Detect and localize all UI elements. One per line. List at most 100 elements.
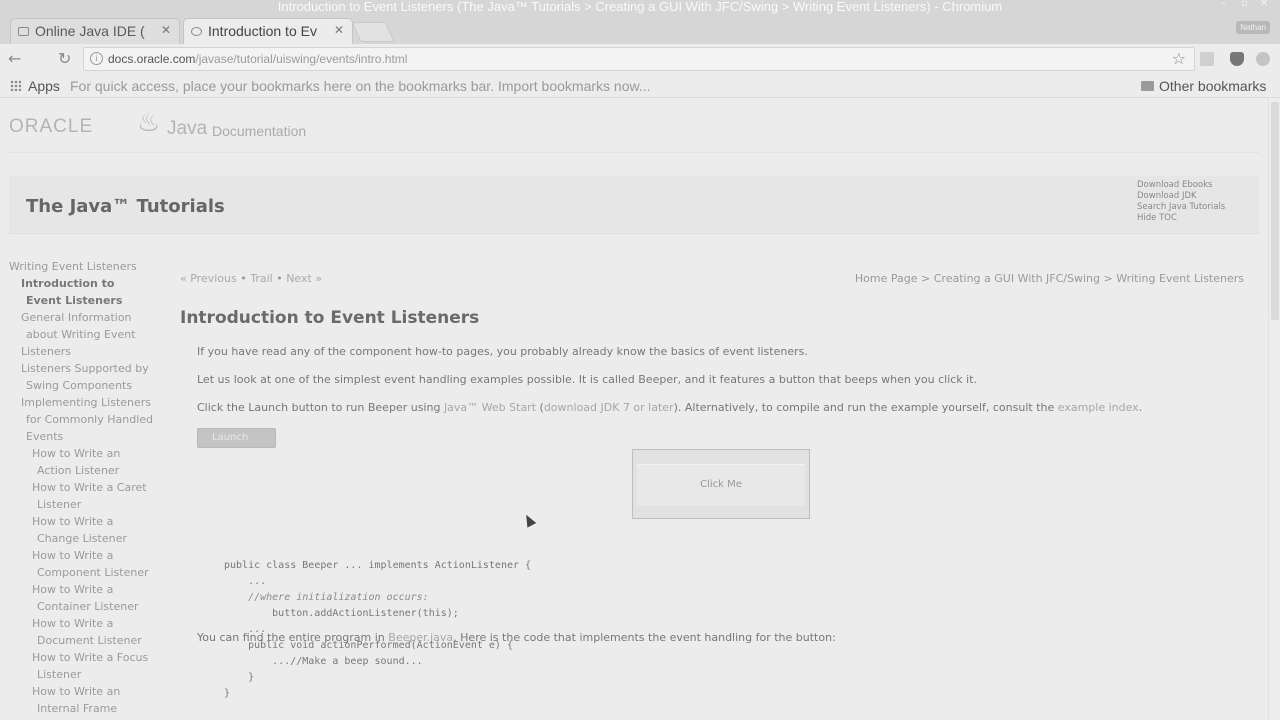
minimize-icon[interactable]: – — [1221, 0, 1226, 9]
code-block: public class Beeper ... implements Actio… — [224, 558, 531, 702]
folder-icon — [1141, 81, 1154, 91]
toc-item[interactable]: How to Write a — [9, 547, 169, 564]
page-scrollbar[interactable] — [1268, 98, 1280, 720]
toc-item[interactable]: Swing Components — [9, 377, 169, 394]
trail-link[interactable]: Trail — [250, 272, 272, 285]
launch-label: Launch — [212, 432, 249, 443]
code-line: } — [224, 688, 231, 699]
toc-item[interactable]: How to Write an — [9, 445, 169, 462]
browser-toolbar: ← ↻ i docs.oracle.com/javase/tutorial/ui… — [0, 44, 1280, 74]
breadcrumb-gui[interactable]: Creating a GUI With JFC/Swing — [934, 272, 1100, 285]
code-line: ... — [224, 624, 267, 635]
oracle-logo[interactable]: ORACLE — [9, 116, 93, 138]
toc-item[interactable]: Action Listener — [9, 462, 169, 479]
toc-item[interactable]: Introduction to — [9, 275, 169, 292]
example-index-link[interactable]: example index — [1058, 401, 1139, 414]
shield-extension-icon[interactable] — [1230, 52, 1244, 66]
restore-icon[interactable]: ▫ — [1241, 0, 1248, 9]
bookmark-star-icon[interactable]: ☆ — [1172, 49, 1186, 68]
toc-item[interactable]: Writing Event Listeners — [9, 258, 169, 275]
tab-strip: Online Java IDE ( ✕ Introduction to Ev ✕… — [0, 14, 1280, 44]
toc-item[interactable]: How to Write a — [9, 615, 169, 632]
toc-item[interactable]: How to Write a — [9, 513, 169, 530]
toc-item[interactable]: Container Listener — [9, 598, 169, 615]
toc-item[interactable]: How to Write a — [9, 581, 169, 598]
profile-badge[interactable]: Nathan — [1236, 21, 1270, 34]
text-run: Click the Launch button to run Beeper us… — [197, 401, 444, 414]
code-line: public class Beeper ... implements Actio… — [224, 560, 532, 571]
documentation-label: Documentation — [212, 123, 307, 139]
extension-icon[interactable] — [1200, 52, 1214, 66]
web-page: ORACLE ♨ Java Documentation The Java™ Tu… — [0, 98, 1268, 720]
scrollbar-thumb[interactable] — [1271, 102, 1279, 320]
breadcrumb-separator: > — [921, 272, 931, 285]
back-arrow-icon[interactable]: ← — [8, 49, 21, 68]
address-bar[interactable]: i docs.oracle.com/javase/tutorial/uiswin… — [83, 47, 1195, 71]
close-tab-icon[interactable]: ✕ — [334, 23, 344, 37]
java-logo-text[interactable]: Java — [167, 118, 207, 140]
breadcrumb-home[interactable]: Home Page — [855, 272, 918, 285]
next-link[interactable]: Next » — [286, 272, 322, 285]
url-path: /javase/tutorial/uiswing/events/intro.ht… — [195, 52, 408, 66]
java-web-start-link[interactable]: Java™ Web Start — [444, 401, 536, 414]
code-line: button.addActionListener(this); — [224, 608, 459, 619]
previous-link[interactable]: « Previous — [180, 272, 237, 285]
page-icon — [18, 27, 29, 36]
toc-item[interactable]: How to Write a Focus — [9, 649, 169, 666]
new-tab-button[interactable] — [351, 22, 395, 42]
hide-toc-link[interactable]: Hide TOC — [1137, 213, 1225, 224]
toc-item[interactable]: General Information — [9, 309, 169, 326]
tab-introduction-event-listeners[interactable]: Introduction to Ev ✕ — [183, 18, 353, 44]
close-tab-icon[interactable]: ✕ — [161, 23, 171, 37]
page-navigation: « Previous • Trail • Next » — [180, 272, 322, 285]
toc-item[interactable]: Listeners Supported by — [9, 360, 169, 377]
toc-item[interactable]: Document Listener — [9, 632, 169, 649]
other-bookmarks[interactable]: Other bookmarks — [1159, 78, 1266, 94]
nav-bullet: • — [276, 272, 283, 285]
download-jdk7-link[interactable]: download JDK 7 or later — [544, 401, 674, 414]
text-run: ). Alternatively, to compile and run the… — [673, 401, 1058, 414]
toc-item[interactable]: Implementing Listeners — [9, 394, 169, 411]
window-titlebar: Introduction to Event Listeners (The Jav… — [0, 0, 1280, 14]
alert-icon[interactable] — [1256, 52, 1270, 66]
breadcrumb-events[interactable]: Writing Event Listeners — [1116, 272, 1244, 285]
bookmarks-bar: Apps For quick access, place your bookma… — [0, 74, 1280, 98]
mouse-cursor-icon — [521, 512, 537, 528]
text-run: . — [1138, 401, 1143, 414]
reload-icon[interactable]: ↻ — [58, 49, 71, 68]
breadcrumb: Home Page > Creating a GUI With JFC/Swin… — [855, 272, 1244, 285]
toc-item[interactable]: Component Listener — [9, 564, 169, 581]
click-me-label: Click Me — [700, 479, 742, 490]
beeper-applet: Click Me — [632, 449, 810, 519]
tutorials-title: The Java™ Tutorials — [26, 196, 225, 217]
toc-item[interactable]: for Commonly Handled — [9, 411, 169, 428]
toc-item[interactable]: Event Listeners — [9, 292, 169, 309]
download-ebooks-link[interactable]: Download Ebooks — [1137, 180, 1225, 191]
toc-item[interactable]: Listener — [9, 496, 169, 513]
info-icon[interactable]: i — [90, 52, 103, 65]
main-content: Introduction to Event Listeners If you h… — [180, 298, 1250, 699]
toc-item[interactable]: Events — [9, 428, 169, 445]
toc-item[interactable]: Internal Frame — [9, 700, 169, 717]
url-text: docs.oracle.com/javase/tutorial/uiswing/… — [108, 52, 407, 66]
banner-tools: Download Ebooks Download JDK Search Java… — [1137, 180, 1225, 224]
launch-button[interactable]: Launch — [197, 428, 276, 448]
breadcrumb-separator: > — [1103, 272, 1113, 285]
toc-item[interactable]: Change Listener — [9, 530, 169, 547]
window-title: Introduction to Event Listeners (The Jav… — [277, 0, 1003, 14]
code-line: } — [224, 672, 255, 683]
toc-item[interactable]: How to Write a Caret — [9, 479, 169, 496]
toc-item[interactable]: How to Write an — [9, 683, 169, 700]
bookmarks-hint[interactable]: For quick access, place your bookmarks h… — [70, 78, 650, 94]
java-cup-icon: ♨ — [137, 108, 161, 138]
toc-item[interactable]: about Writing Event — [9, 326, 169, 343]
apps-link[interactable]: Apps — [28, 78, 60, 94]
toc-item[interactable]: Listener — [9, 666, 169, 683]
search-tutorials-link[interactable]: Search Java Tutorials — [1137, 202, 1225, 213]
tab-online-java-ide[interactable]: Online Java IDE ( ✕ — [10, 18, 180, 44]
table-of-contents: Writing Event Listeners Introduction to Ev… — [9, 258, 169, 720]
close-window-icon[interactable]: ✕ — [1260, 0, 1268, 9]
toc-item[interactable]: Listeners — [9, 343, 169, 360]
apps-grid-icon[interactable] — [10, 80, 21, 91]
download-jdk-link[interactable]: Download JDK — [1137, 191, 1225, 202]
